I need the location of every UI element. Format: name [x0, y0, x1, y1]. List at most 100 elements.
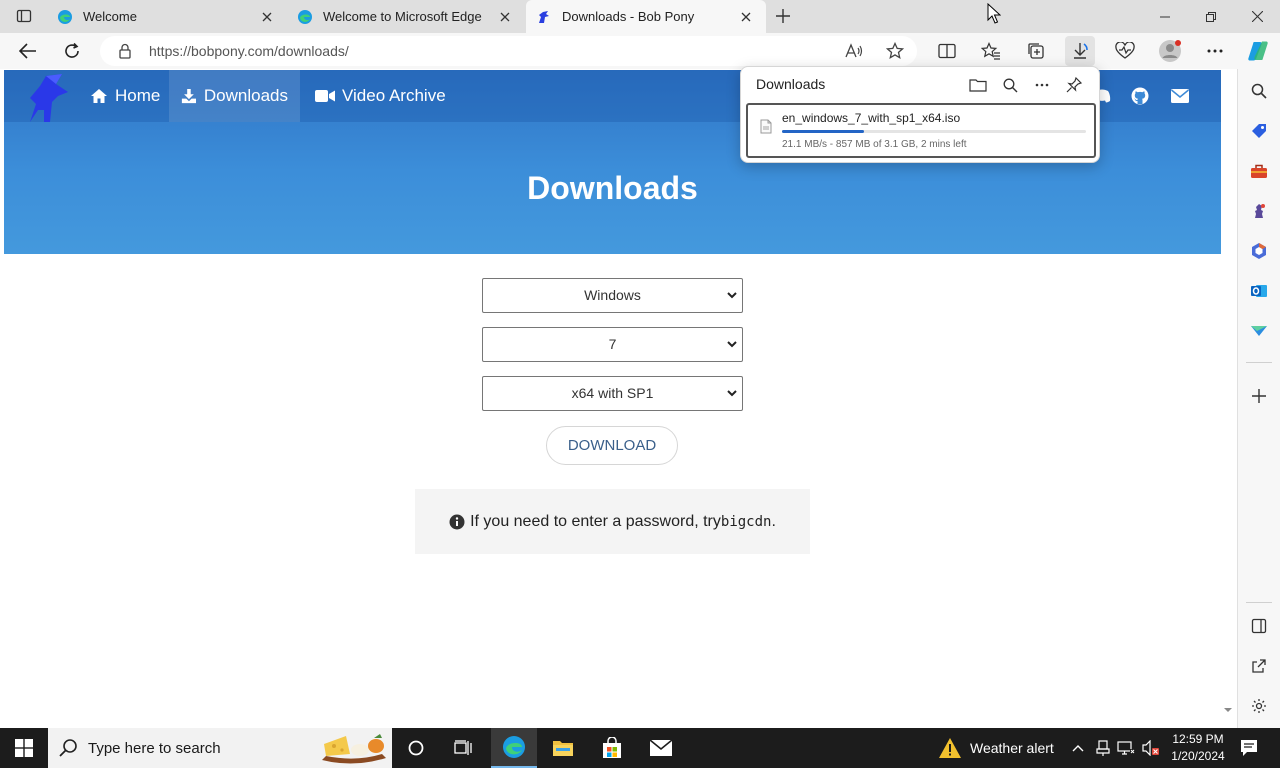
taskbar-search-box[interactable]: Type here to search: [48, 728, 392, 768]
network-button[interactable]: [1116, 738, 1136, 758]
collections-button[interactable]: [1021, 36, 1051, 66]
version-select[interactable]: 7: [482, 327, 743, 362]
sidebar-add-button[interactable]: [1247, 384, 1271, 408]
note-text: If you need to enter a password, try: [470, 512, 721, 530]
avatar-icon: [1159, 40, 1181, 62]
download-filename[interactable]: en_windows_7_with_sp1_x64.iso: [782, 111, 960, 125]
store-bag-icon: [603, 737, 621, 758]
read-aloud-icon[interactable]: [845, 43, 863, 59]
restore-button[interactable]: [1188, 0, 1234, 33]
sidebar-drop-button[interactable]: [1247, 319, 1271, 343]
office-icon: [1252, 243, 1266, 259]
clock-date: 1/20/2024: [1171, 749, 1225, 763]
sidebar-hide-button[interactable]: [1247, 614, 1271, 638]
microsoft-store-button[interactable]: [589, 728, 635, 768]
url-text[interactable]: https://bobpony.com/downloads/: [149, 43, 349, 59]
nav-video-archive[interactable]: Video Archive: [303, 70, 458, 122]
downloads-flyout: Downloads en_windows_7_with_sp1_x64.iso …: [740, 66, 1100, 163]
plus-icon: [776, 9, 790, 23]
windows-logo-icon: [15, 739, 33, 757]
search-downloads-button[interactable]: [998, 73, 1022, 97]
open-folder-button[interactable]: [966, 73, 990, 97]
outlook-icon: [1251, 285, 1267, 297]
note-suffix: .: [771, 512, 776, 530]
sidebar-games-button[interactable]: [1247, 199, 1271, 223]
address-bar[interactable]: https://bobpony.com/downloads/: [100, 36, 917, 66]
panel-icon: [1251, 618, 1267, 634]
nav-downloads[interactable]: Downloads: [169, 70, 300, 122]
downloads-flyout-title: Downloads: [756, 76, 826, 92]
download-button[interactable]: DOWNLOAD: [546, 426, 678, 465]
sidebar-outlook-button[interactable]: [1247, 279, 1271, 303]
file-explorer-button[interactable]: [540, 728, 586, 768]
new-tab-button[interactable]: [770, 4, 796, 28]
copilot-button[interactable]: [1243, 36, 1273, 66]
settings-more-button[interactable]: [1200, 36, 1230, 66]
volume-button[interactable]: [1141, 738, 1161, 758]
paper-plane-icon: [1251, 326, 1267, 336]
tab-welcome[interactable]: Welcome: [47, 0, 287, 33]
version-select-value: 7: [608, 336, 617, 352]
clock-time: 12:59 PM: [1172, 732, 1224, 746]
refresh-button[interactable]: [57, 36, 87, 66]
tab-title: Welcome to Microsoft Edge: [323, 9, 482, 24]
lock-icon[interactable]: [118, 43, 132, 59]
close-window-button[interactable]: [1234, 0, 1280, 33]
close-tab-icon[interactable]: [736, 7, 756, 27]
favorites-button[interactable]: [976, 36, 1006, 66]
tab-downloads-bobpony[interactable]: Downloads - Bob Pony: [526, 0, 766, 33]
profile-button[interactable]: [1155, 36, 1185, 66]
downloads-toolbar-button[interactable]: [1065, 36, 1095, 66]
start-button[interactable]: [0, 728, 48, 768]
tab-actions-button[interactable]: [8, 5, 40, 27]
more-dots-icon: [1035, 83, 1049, 87]
weather-widget[interactable]: Weather alert: [938, 728, 1054, 768]
split-screen-button[interactable]: [932, 36, 962, 66]
tray-device-button[interactable]: [1093, 738, 1113, 758]
downloads-more-button[interactable]: [1030, 73, 1054, 97]
back-button[interactable]: [13, 36, 43, 66]
scroll-down-icon[interactable]: [1223, 705, 1233, 715]
sidebar-open-external-button[interactable]: [1247, 654, 1271, 678]
favorite-star-icon[interactable]: [886, 42, 904, 60]
password-code: bigcdn: [720, 513, 772, 530]
chevron-down-icon: [727, 390, 737, 397]
notification-center-button[interactable]: [1234, 728, 1264, 768]
github-link[interactable]: [1130, 86, 1150, 106]
tab-welcome-edge[interactable]: Welcome to Microsoft Edge: [287, 0, 525, 33]
edge-icon: [298, 9, 312, 24]
show-hidden-icons-button[interactable]: [1068, 738, 1088, 758]
page-title: Downloads: [527, 170, 698, 206]
chevron-down-icon: [727, 341, 737, 348]
taskbar-edge-button[interactable]: [491, 728, 537, 768]
back-arrow-icon: [19, 43, 36, 59]
cortana-button[interactable]: [393, 728, 439, 768]
download-item[interactable]: en_windows_7_with_sp1_x64.iso 21.1 MB/s …: [746, 103, 1096, 158]
pin-downloads-button[interactable]: [1062, 73, 1086, 97]
edition-select-value: x64 with SP1: [571, 385, 654, 401]
bobpony-logo-icon[interactable]: [22, 72, 74, 124]
sidebar-m365-button[interactable]: [1247, 239, 1271, 263]
sidebar-tools-button[interactable]: [1247, 159, 1271, 183]
sidebar-shopping-button[interactable]: [1247, 119, 1271, 143]
browser-essentials-button[interactable]: [1110, 36, 1140, 66]
nav-video-archive-label: Video Archive: [342, 86, 446, 105]
heart-pulse-icon: [1115, 42, 1135, 59]
edition-select[interactable]: x64 with SP1: [482, 376, 743, 411]
taskbar-clock[interactable]: 12:59 PM 1/20/2024: [1168, 731, 1228, 765]
mail-button[interactable]: [638, 728, 684, 768]
download-progress-bar: [782, 130, 1086, 133]
close-tab-icon[interactable]: [257, 7, 277, 27]
task-view-button[interactable]: [440, 728, 486, 768]
tab-actions-icon: [16, 9, 32, 23]
minimize-button[interactable]: [1142, 0, 1188, 33]
os-select[interactable]: Windows: [482, 278, 743, 313]
close-tab-icon[interactable]: [495, 7, 515, 27]
search-highlight-cheese-icon: [322, 734, 386, 764]
envelope-icon: [1171, 89, 1189, 103]
sidebar-search-button[interactable]: [1247, 79, 1271, 103]
nav-home[interactable]: Home: [78, 70, 172, 122]
email-link[interactable]: [1170, 86, 1190, 106]
sidebar-settings-button[interactable]: [1247, 694, 1271, 718]
weather-text: Weather alert: [970, 740, 1054, 756]
